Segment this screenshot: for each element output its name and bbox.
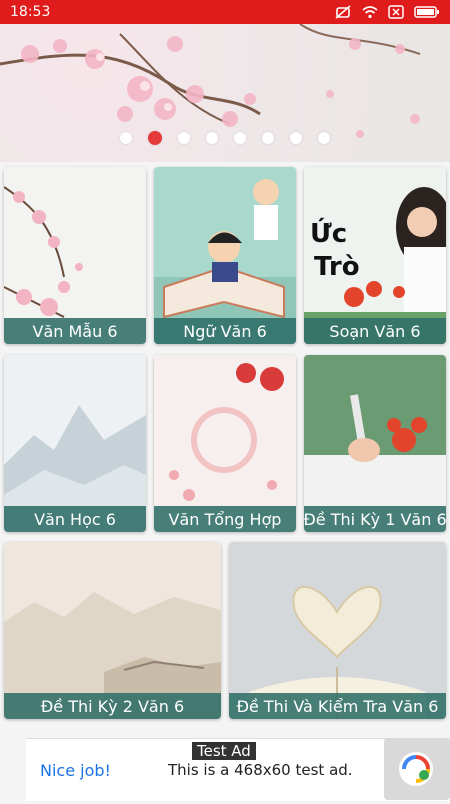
tile-soan-van-6[interactable]: Ức Trò Soạn Văn 6: [304, 167, 446, 344]
art-text-2: Trò: [314, 252, 360, 282]
tile-label: Văn Tổng Hợp: [154, 506, 296, 532]
tile-van-mau-6[interactable]: Văn Mẫu 6: [4, 167, 146, 344]
carousel-dot[interactable]: [178, 132, 190, 144]
tile-label: Đề Thi Và Kiểm Tra Văn 6: [229, 693, 446, 719]
art-text-1: Ức: [310, 217, 347, 249]
tile-de-thi-va-kiem-tra[interactable]: Đề Thi Và Kiểm Tra Văn 6: [229, 542, 446, 719]
carousel-dots: [0, 131, 450, 145]
tile-label: Đề Thi Kỳ 2 Văn 6: [4, 693, 221, 719]
sim-off-icon: [388, 5, 404, 19]
test-ad-badge: Test Ad: [192, 742, 256, 760]
tile-de-thi-ky-1[interactable]: Đề Thi Kỳ 1 Văn 6: [304, 355, 446, 532]
status-bar: 18:53: [0, 0, 450, 24]
tile-van-hoc-6[interactable]: Văn Học 6: [4, 355, 146, 532]
ad-body-text: This is a 468x60 test ad.: [168, 761, 353, 779]
carousel-dot[interactable]: [318, 132, 330, 144]
carousel-dot-active[interactable]: [148, 131, 162, 145]
tile-ngu-van-6[interactable]: Ngữ Văn 6: [154, 167, 296, 344]
banner-carousel[interactable]: [0, 24, 450, 162]
tile-de-thi-ky-2[interactable]: Đề Thi Kỳ 2 Văn 6: [4, 542, 221, 719]
tile-van-tong-hop[interactable]: Văn Tổng Hợp: [154, 355, 296, 532]
tile-label: Văn Mẫu 6: [4, 318, 146, 344]
tile-label: Soạn Văn 6: [304, 318, 446, 344]
battery-icon: [414, 5, 440, 19]
tile-label: Đề Thi Kỳ 1 Văn 6: [304, 506, 446, 532]
carousel-dot[interactable]: [120, 132, 132, 144]
status-time: 18:53: [10, 4, 51, 20]
status-icons: [334, 4, 440, 20]
tile-label: Văn Học 6: [4, 506, 146, 532]
silent-icon: [334, 4, 352, 20]
wifi-icon: [362, 5, 378, 19]
ad-logo-icon[interactable]: [384, 738, 450, 800]
carousel-dot[interactable]: [234, 132, 246, 144]
carousel-dot[interactable]: [290, 132, 302, 144]
carousel-dot[interactable]: [206, 132, 218, 144]
tile-label: Ngữ Văn 6: [154, 318, 296, 344]
carousel-dot[interactable]: [262, 132, 274, 144]
ad-nice-text: Nice job!: [40, 761, 111, 780]
